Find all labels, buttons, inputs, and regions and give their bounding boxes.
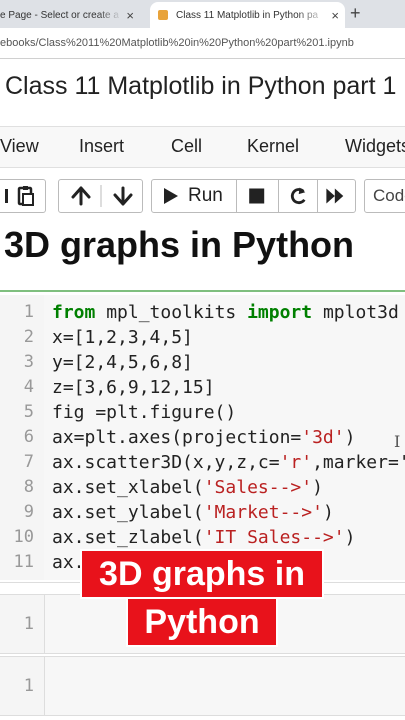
browser-tab-notebook[interactable]: Class 11 Matplotlib in Python pa × xyxy=(150,2,345,28)
string-literal: 'IT Sales-->' xyxy=(203,527,345,548)
line-number: 8 xyxy=(23,477,34,497)
menu-widgets[interactable]: Widgets xyxy=(345,136,405,157)
line-number: 5 xyxy=(23,402,34,422)
markdown-heading: 3D graphs in Python xyxy=(4,224,355,265)
move-up-icon[interactable] xyxy=(71,186,90,206)
toolbar-run-group: Run xyxy=(151,179,356,213)
code-text: ) xyxy=(312,477,323,498)
line-number: 6 xyxy=(23,427,34,447)
close-icon[interactable]: × xyxy=(126,8,134,23)
line-number: 3 xyxy=(23,352,34,372)
code-line: 7 ax.scatter3D(x,y,z,c='r',marker=' xyxy=(0,452,405,477)
toolbar-copy-paste-group xyxy=(0,179,46,213)
code-line: 4 z=[3,6,9,12,15] xyxy=(0,377,405,402)
run-button[interactable]: Run xyxy=(162,185,223,207)
line-number: 1 xyxy=(23,614,34,634)
overlay-caption-line1: 3D graphs in xyxy=(80,549,324,599)
code-text: ax.set_zlabel( xyxy=(52,527,204,548)
text-cursor-icon: I xyxy=(394,432,401,451)
code-text: mpl_toolkits xyxy=(95,302,248,323)
fast-forward-icon[interactable] xyxy=(317,186,355,206)
code-editor[interactable] xyxy=(44,657,405,715)
code-text: ,marker=' xyxy=(312,452,405,473)
line-number: 1 xyxy=(23,302,34,322)
menu-view[interactable]: View xyxy=(0,136,39,157)
code-line: 5 fig =plt.figure() xyxy=(0,402,405,427)
cell-type-select[interactable]: Code xyxy=(364,179,405,213)
code-text: ax.scatter3D(x,y,z,c= xyxy=(52,452,280,473)
url-bar[interactable]: ebooks/Class%2011%20Matplotlib%20in%20Py… xyxy=(0,28,405,59)
stop-icon[interactable] xyxy=(237,186,278,206)
code-line: 2 x=[1,2,3,4,5] xyxy=(0,327,405,352)
tab-label: Class 11 Matplotlib in Python pa xyxy=(176,9,319,21)
line-number: 10 xyxy=(13,527,34,547)
code-text: fig =plt.figure() xyxy=(52,402,237,423)
line-number: 4 xyxy=(23,377,34,397)
code-text: ) xyxy=(344,527,356,548)
keyword: import xyxy=(247,302,313,323)
code-text: x=[1,2,3,4,5] xyxy=(52,327,193,348)
close-icon[interactable]: × xyxy=(331,8,339,23)
move-down-icon[interactable] xyxy=(113,186,132,206)
code-line: 8 ax.set_xlabel('Sales-->') xyxy=(0,477,405,502)
code-line: 3 y=[2,4,5,6,8] xyxy=(0,352,405,377)
string-literal: 'Market-->' xyxy=(203,502,323,523)
menu-kernel[interactable]: Kernel xyxy=(247,136,299,157)
paste-icon[interactable] xyxy=(1,185,41,207)
line-number: 11 xyxy=(13,552,34,572)
run-label: Run xyxy=(188,185,223,206)
code-text: ax.set_xlabel( xyxy=(52,477,204,498)
play-icon xyxy=(164,188,178,204)
keyword: from xyxy=(52,302,96,323)
line-number: 2 xyxy=(23,327,34,347)
new-tab-button[interactable]: + xyxy=(350,3,361,24)
restart-icon[interactable] xyxy=(279,186,317,206)
code-text: ax=plt.axes(projection= xyxy=(52,427,302,448)
line-number: 1 xyxy=(23,676,34,696)
tab-label: e Page - Select or create a n xyxy=(0,9,123,21)
code-text: ) xyxy=(322,502,334,523)
code-text: ) xyxy=(344,427,356,448)
code-line: 1 from mpl_toolkits import mplot3d xyxy=(0,302,405,327)
string-literal: 'Sales-->' xyxy=(203,477,313,498)
notebook-title[interactable]: Class 11 Matplotlib in Python part 1 xyxy=(5,72,396,101)
overlay-caption-line2: Python xyxy=(126,597,278,647)
code-text: mplot3d xyxy=(312,302,399,323)
menu-insert[interactable]: Insert xyxy=(79,136,124,157)
line-number: 7 xyxy=(23,452,34,472)
line-number: 9 xyxy=(23,502,34,522)
code-text: ax.set_ylabel( xyxy=(52,502,204,523)
code-text: z=[3,6,9,12,15] xyxy=(52,377,215,398)
browser-tab-home[interactable]: e Page - Select or create a n × xyxy=(0,2,140,28)
menu-cell[interactable]: Cell xyxy=(171,136,202,157)
jupyter-favicon-icon xyxy=(158,10,168,20)
string-literal: 'r' xyxy=(279,452,313,473)
string-literal: '3d' xyxy=(301,427,345,448)
code-line: 6 ax=plt.axes(projection='3d') xyxy=(0,427,405,452)
toolbar-move-group xyxy=(58,179,143,213)
code-line: 9 ax.set_ylabel('Market-->') xyxy=(0,502,405,527)
code-text: y=[2,4,5,6,8] xyxy=(52,352,193,373)
